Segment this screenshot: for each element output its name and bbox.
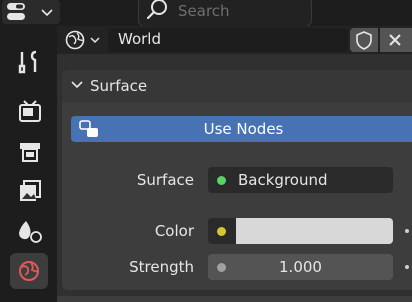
tab-output[interactable] (10, 133, 48, 169)
view-layer-icon (20, 180, 41, 201)
tab-render[interactable] (10, 93, 48, 129)
tab-world[interactable] (10, 253, 48, 289)
next-panel-edge (57, 296, 412, 302)
surface-label: Surface (136, 171, 194, 189)
shield-icon (356, 31, 372, 50)
scene-icon (19, 221, 42, 243)
color-socket-icon (217, 227, 226, 236)
surface-shader-value: Background (238, 171, 328, 189)
world-icon[interactable] (64, 29, 104, 51)
strength-value: 1.000 (279, 258, 322, 276)
keyframe-dot[interactable] (405, 229, 409, 233)
search-icon (146, 0, 167, 20)
tab-tool[interactable] (10, 44, 48, 80)
editor-type-button[interactable] (2, 0, 60, 24)
world-tab-icon (19, 261, 39, 281)
tab-scene[interactable] (10, 213, 48, 249)
chevron-down-icon (90, 37, 100, 44)
close-icon (389, 34, 401, 46)
chevron-down-icon (71, 81, 83, 89)
strength-label: Strength (129, 258, 194, 276)
unlink-button[interactable] (380, 28, 412, 52)
color-swatch[interactable] (236, 218, 393, 244)
fake-user-button[interactable] (350, 28, 378, 52)
color-label: Color (154, 222, 194, 240)
tab-view-layer[interactable] (10, 173, 48, 209)
keyframe-dot[interactable] (405, 265, 409, 269)
output-icon (20, 143, 40, 162)
shader-socket-icon (217, 176, 226, 185)
world-name: World (118, 30, 161, 48)
render-icon (19, 100, 41, 122)
panel-title: Surface (90, 77, 148, 95)
editor-type-icon (7, 3, 53, 20)
use-nodes-label: Use Nodes (203, 120, 284, 138)
search-placeholder: Search (178, 2, 230, 20)
wrench-icon (18, 50, 37, 74)
